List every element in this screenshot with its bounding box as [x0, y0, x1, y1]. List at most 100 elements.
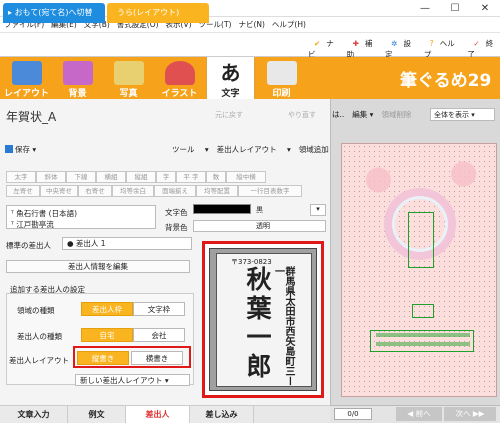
font-item[interactable]: ᵀ 江戸勘亭流	[11, 219, 151, 230]
preview-address: 群馬県太田市西矢島町三ー一	[272, 266, 295, 386]
area-type-sender-frame[interactable]: 差出人枠	[81, 302, 133, 316]
font-item-label: 魚石行書 (日本語)	[16, 209, 78, 218]
first-line-number-button[interactable]: 一行目表数字	[238, 185, 302, 197]
font-icon: ᵀ	[11, 220, 14, 229]
display-mode-label: 全体を表示	[434, 111, 469, 119]
distribute-button[interactable]: 均等配置	[196, 185, 238, 197]
standard-sender-label: 標準の差出人	[6, 241, 51, 250]
area-type-text-frame[interactable]: 文字枠	[133, 302, 185, 316]
align-right-button[interactable]: 右寄せ	[78, 185, 112, 197]
menu-navi[interactable]: ナビ(N)	[238, 19, 264, 30]
add-area-button[interactable]: 領域追加	[299, 144, 329, 155]
prev-label: 前へ	[415, 409, 431, 418]
align-center-button[interactable]: 中央寄せ	[40, 185, 78, 197]
tools-label: ツール	[172, 145, 195, 154]
brand-logo: 筆ぐるめ29	[400, 71, 492, 91]
text-color-name: 黒	[256, 206, 263, 214]
edit-sender-button[interactable]: 差出人情報を編集	[6, 260, 190, 273]
tools-menu[interactable]: ツール ▾	[172, 144, 209, 155]
standard-sender-select[interactable]: ● 差出人 1	[62, 237, 192, 250]
layout-icon	[11, 61, 42, 85]
right-toolbar-handle[interactable]: は..	[332, 109, 344, 120]
preview-paper: 〒373-0823 群馬県太田市西矢島町三ー一 秋葉一郎	[216, 253, 312, 387]
watermelon-icon	[164, 61, 195, 85]
ribbon-photo-label: 写真	[119, 89, 138, 99]
photo-icon	[113, 61, 144, 85]
sender-layout-menu[interactable]: 差出人レイアウト ▾	[217, 144, 291, 155]
ribbon-background-button[interactable]: 背景	[53, 57, 102, 99]
undo-button[interactable]: 元に戻す	[215, 110, 243, 120]
delete-area-button[interactable]: 領域削除	[381, 109, 411, 120]
bg-color-select[interactable]: 透明	[193, 220, 326, 232]
layout-highlight-frame	[73, 346, 191, 368]
new-layout-label: 新しい差出人レイアウト	[80, 376, 163, 385]
ribbon-illust-button[interactable]: イラスト	[155, 57, 204, 99]
save-button[interactable]: 保存 ▾	[5, 144, 36, 155]
tab-omote-label: おもて(宛て名)へ切替	[14, 8, 93, 17]
font-item[interactable]: ᵀ 魚石行書 (日本語)	[11, 208, 151, 219]
ribbon-layout-button[interactable]: レイアウト	[2, 57, 51, 99]
sender-preview-frame: 〒373-0823 群馬県太田市西矢島町三ー一 秋葉一郎	[202, 241, 324, 398]
horizontal-button[interactable]: 横組	[96, 171, 126, 183]
right-toolbar: は.. 編集 ▾ 領域削除	[332, 109, 419, 120]
sender-type-home[interactable]: 自宅	[81, 328, 133, 342]
right-edit-menu[interactable]: 編集 ▾	[352, 109, 373, 120]
align-left-button[interactable]: 左寄せ	[6, 185, 40, 197]
vertical-button[interactable]: 縦組	[126, 171, 156, 183]
gear-icon: ✲	[391, 39, 398, 48]
number-button[interactable]: 数	[206, 171, 226, 183]
floppy-icon	[5, 145, 13, 153]
tab-example[interactable]: 例文	[68, 406, 126, 423]
minimize-button[interactable]: —	[410, 0, 440, 17]
tab-sender[interactable]: 差出人	[126, 406, 190, 423]
redo-button[interactable]: やり直す	[288, 110, 316, 120]
new-layout-select[interactable]: 新しい差出人レイアウト ▾	[75, 374, 190, 386]
tab-omote[interactable]: ▸ おもて(宛て名)へ切替	[3, 3, 105, 23]
text-a-icon: あ	[215, 61, 246, 85]
message-line	[376, 342, 470, 346]
message-line	[376, 333, 470, 337]
ribbon-photo-button[interactable]: 写真	[104, 57, 153, 99]
sender-type-company[interactable]: 会社	[133, 328, 185, 342]
ribbon-text-button[interactable]: あ文字	[206, 57, 255, 99]
help-label: ヘルプ	[423, 39, 455, 59]
ribbon-text-label: 文字	[221, 89, 240, 99]
font-list[interactable]: ᵀ 魚石行書 (日本語) ᵀ 江戸勘亭流	[6, 205, 156, 229]
settings-label: 設定	[385, 39, 411, 59]
save-label: 保存	[15, 145, 30, 154]
next-page-button[interactable]: 次へ ▶▶	[444, 407, 496, 421]
question-icon: ?	[429, 39, 434, 48]
exit-label: 終了	[467, 39, 494, 59]
card-preview[interactable]	[341, 143, 497, 397]
tab-ura[interactable]: うら(レイアウト)	[107, 3, 209, 23]
text-color-swatch[interactable]	[193, 204, 251, 214]
greeting-text-frame[interactable]	[408, 212, 434, 268]
preview-name: 秋葉一郎	[243, 266, 272, 382]
menu-help[interactable]: ヘルプ(H)	[272, 19, 306, 30]
ribbon-print-button[interactable]: 印刷	[257, 57, 306, 99]
underline-button[interactable]: 下線	[66, 171, 96, 183]
exit-icon: ✓	[473, 39, 480, 48]
italic-button[interactable]: 斜体	[36, 171, 66, 183]
text-color-dropdown[interactable]: ▾	[310, 204, 326, 216]
sender-layout-label: 差出人レイアウト	[216, 145, 277, 154]
bold-button[interactable]: 太字	[6, 171, 36, 183]
sender-type-label: 差出人の種類	[17, 332, 62, 341]
left-toolbar: ツール ▾ 差出人レイアウト ▾ 領域追加	[172, 144, 337, 155]
tab-merge[interactable]: 差し込み	[190, 406, 254, 423]
prev-page-button[interactable]: ◀ 前へ	[396, 407, 442, 421]
maximize-button[interactable]: ☐	[440, 0, 470, 17]
flat-char-button[interactable]: 平 字	[176, 171, 206, 183]
ribbon-layout-label: レイアウト	[3, 89, 49, 99]
year-text-frame[interactable]	[412, 304, 434, 318]
text-color-label: 文字色	[165, 208, 188, 217]
even-margin-button[interactable]: 均等余白	[112, 185, 154, 197]
justify-ends-button[interactable]: 面端揃え	[154, 185, 196, 197]
char-button[interactable]: 字	[156, 171, 176, 183]
bottom-tabs: 文章入力 例文 差出人 差し込み	[0, 405, 330, 423]
close-button[interactable]: ✕	[470, 0, 500, 17]
tab-text-input[interactable]: 文章入力	[0, 406, 68, 423]
page-indicator: 0/0	[334, 408, 372, 420]
display-mode-select[interactable]: 全体を表示 ▾	[430, 108, 495, 121]
tate-chu-yoko-button[interactable]: 縦中横	[226, 171, 266, 183]
